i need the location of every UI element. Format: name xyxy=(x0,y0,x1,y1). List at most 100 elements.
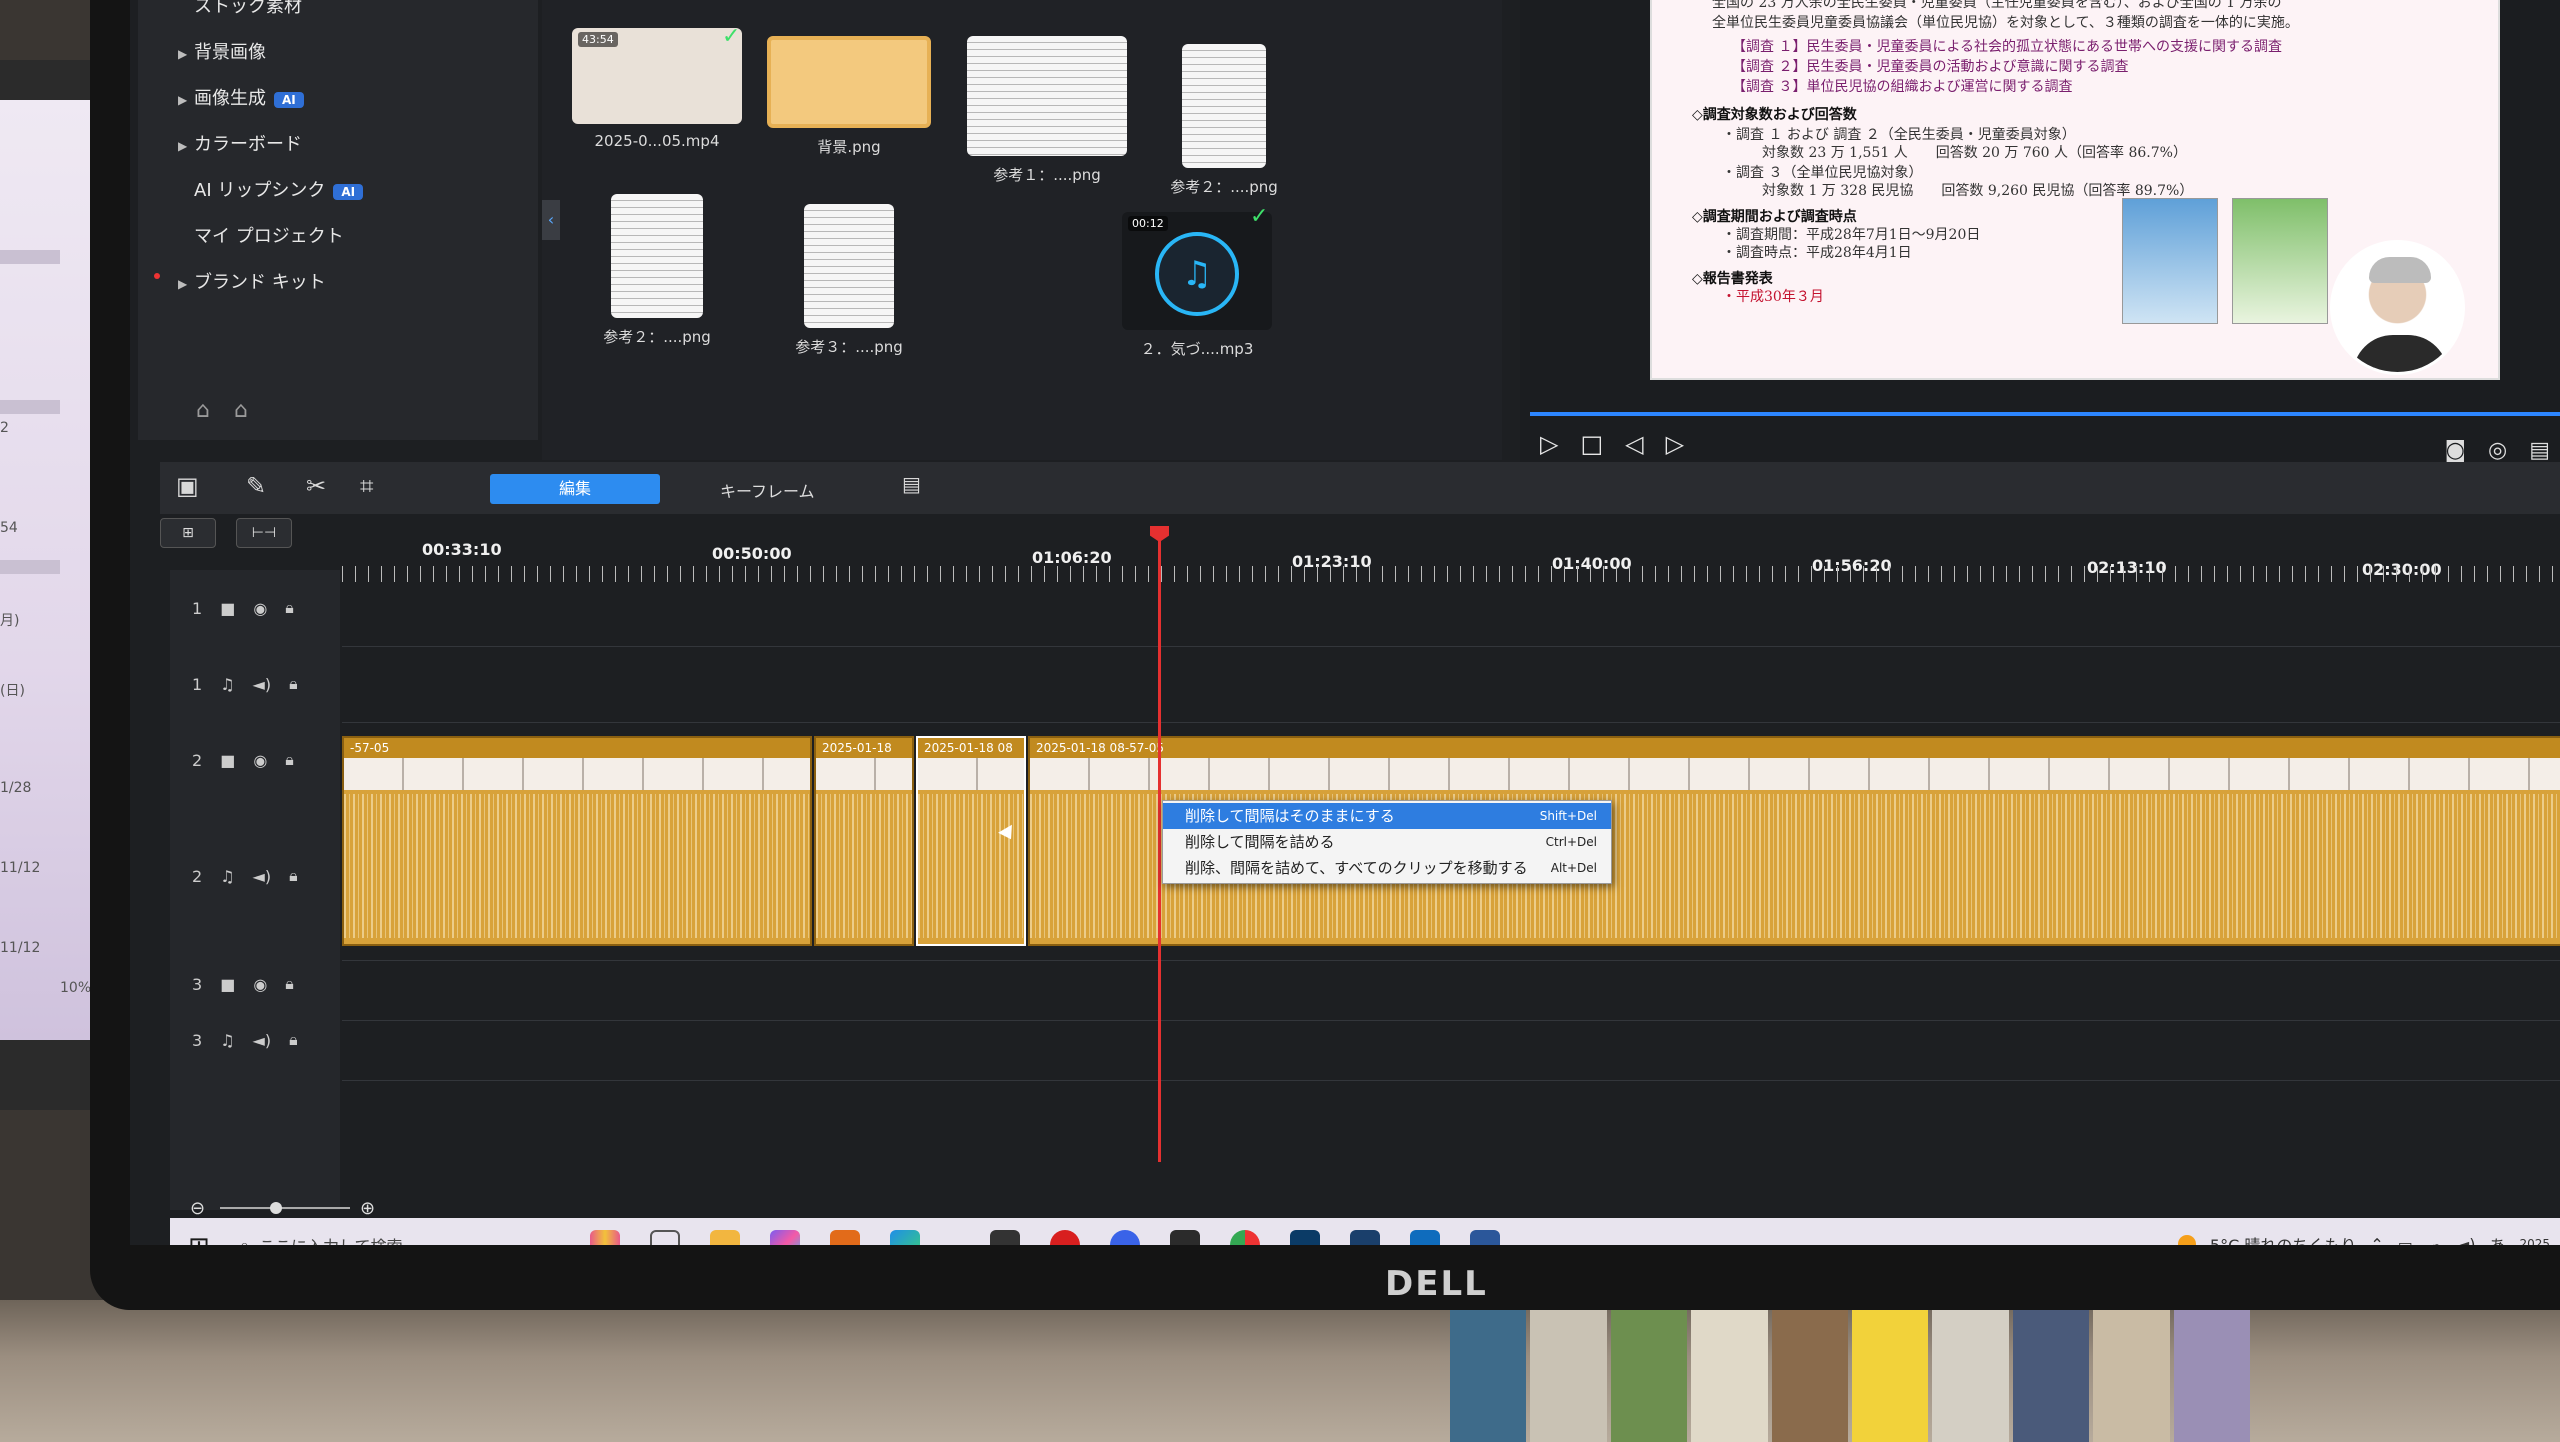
app-icon[interactable] xyxy=(1170,1230,1200,1245)
file-explorer-icon[interactable] xyxy=(710,1230,740,1245)
task-view-icon[interactable] xyxy=(650,1230,680,1245)
select-icon[interactable]: ▣ xyxy=(176,472,199,500)
ai-badge: AI xyxy=(274,92,304,108)
menu-item-delete-ripple-all[interactable]: 削除、間隔を詰めて、すべてのクリップを移動する Alt+Del xyxy=(1163,855,1611,881)
speaker-icon[interactable]: ◄) xyxy=(253,867,272,886)
playhead[interactable] xyxy=(1158,530,1161,1162)
lock-icon[interactable]: 🔒︎ xyxy=(285,750,294,770)
clock-year[interactable]: 2025 xyxy=(2519,1237,2550,1245)
chrome-icon[interactable] xyxy=(1230,1230,1260,1245)
collapse-panel-button[interactable]: ‹ xyxy=(542,200,560,240)
speaker-icon[interactable]: ◄) xyxy=(253,1031,272,1050)
sidebar-item-stock[interactable]: ストック素材 xyxy=(178,0,302,18)
lock-icon[interactable]: 🔒︎ xyxy=(285,974,294,994)
volume-icon[interactable]: ◄) xyxy=(2457,1235,2476,1246)
menu-item-label: 削除して間隔はそのままにする xyxy=(1185,807,1395,825)
tab-edit[interactable]: 編集 xyxy=(490,474,660,504)
zoom-app-icon[interactable] xyxy=(1110,1230,1140,1245)
copilot-icon[interactable] xyxy=(770,1230,800,1245)
stop-icon[interactable]: □ xyxy=(1580,430,1603,458)
recorder-icon[interactable] xyxy=(1050,1230,1080,1245)
lock-icon[interactable]: 🔒︎ xyxy=(285,598,294,618)
speaker-icon[interactable]: ◄) xyxy=(253,675,272,694)
timeline-clip-selected[interactable]: 2025-01-18 08 xyxy=(916,736,1026,946)
edge-icon[interactable] xyxy=(890,1230,920,1245)
remove-tag-icon[interactable]: ⌂ xyxy=(234,398,248,423)
lock-icon[interactable]: 🔒︎ xyxy=(289,1030,298,1050)
network-icon[interactable]: ▭ xyxy=(2398,1235,2413,1246)
media-caption: 参考２：....png xyxy=(1170,178,1278,196)
media-item[interactable]: 背景.png xyxy=(764,36,934,157)
app-icon[interactable] xyxy=(990,1230,1020,1245)
add-track-button[interactable]: ⊞ xyxy=(160,518,216,548)
zoom-slider-handle[interactable] xyxy=(270,1202,282,1214)
list-icon[interactable]: ▤ xyxy=(902,472,921,496)
slide-text: ・調査 １ および 調査 ２（全民生委員・児童委員対象） xyxy=(1722,127,2076,143)
video-editor-icon[interactable] xyxy=(1290,1230,1320,1245)
eye-icon[interactable]: ◉ xyxy=(253,975,267,994)
scissors-icon[interactable]: ✂ xyxy=(306,472,326,500)
sidebar-item-image-generation[interactable]: ▶ 画像生成 AI xyxy=(178,84,304,110)
track-lane xyxy=(342,1080,2560,1081)
taskbar-search[interactable]: ⌕ ここに入力して検索 xyxy=(240,1226,500,1245)
crop-icon[interactable]: ⌗ xyxy=(360,472,374,500)
timeline-clip[interactable]: -57-05 xyxy=(342,736,812,946)
add-tag-icon[interactable]: ⌂ xyxy=(196,398,210,423)
media-item[interactable]: 参考２：....png xyxy=(1154,44,1294,197)
media-item[interactable]: 参考３：....png xyxy=(764,204,934,357)
media-caption: 参考２：....png xyxy=(603,328,711,346)
weather-text[interactable]: 5°C 晴れのちくもり xyxy=(2210,1232,2356,1245)
sidebar-item-color-board[interactable]: ▶ カラーボード xyxy=(178,130,302,156)
ruler-label: 00:33:10 xyxy=(422,540,502,559)
pen-icon[interactable]: ✎ xyxy=(246,472,266,500)
sidebar-item-ai-lipsync[interactable]: AI リップシンク AI xyxy=(178,176,364,202)
menu-item-delete-keep-gap[interactable]: 削除して間隔はそのままにする Shift+Del xyxy=(1163,803,1611,829)
eye-icon[interactable]: ◉ xyxy=(253,599,267,618)
zoom-slider[interactable] xyxy=(220,1207,350,1209)
zoom-out-icon[interactable]: ⊖ xyxy=(190,1198,205,1219)
timeline-clip[interactable]: 2025-01-18 xyxy=(814,736,914,946)
secondary-text: 月) xyxy=(0,613,20,629)
time-ruler[interactable]: 00:33:10 00:50:00 01:06:20 01:23:10 01:4… xyxy=(342,540,2560,590)
windows-start-icon[interactable]: ⊞ xyxy=(188,1232,210,1245)
chevron-right-icon: ▶ xyxy=(178,47,188,61)
media-item[interactable]: 参考１：....png xyxy=(962,36,1132,185)
chevron-up-icon[interactable]: ⌃ xyxy=(2370,1235,2383,1246)
eye-icon[interactable]: ◉ xyxy=(253,751,267,770)
cloud-icon[interactable]: ☁ xyxy=(2427,1235,2443,1246)
subtitle-icon[interactable]: ▤ xyxy=(2529,438,2550,463)
next-frame-icon[interactable]: ▷ xyxy=(1666,430,1684,458)
app-icon[interactable] xyxy=(1350,1230,1380,1245)
camera-icon[interactable]: ◙ xyxy=(2445,438,2466,463)
sidebar-item-my-project[interactable]: マイ プロジェクト xyxy=(178,222,344,248)
sidebar-item-label: AI リップシンク xyxy=(194,180,326,201)
media-item[interactable]: 00:12 ♫ ✓ ２．気づ....mp3 xyxy=(1112,204,1282,359)
clip-title: 2025-01-18 08 xyxy=(918,738,1024,758)
tab-keyframe[interactable]: キーフレーム xyxy=(720,478,815,502)
ime-indicator[interactable]: あ xyxy=(2489,1232,2505,1245)
audio-waveform xyxy=(344,794,810,938)
prev-frame-icon[interactable]: ◁ xyxy=(1625,430,1643,458)
lock-icon[interactable]: 🔒︎ xyxy=(289,866,298,886)
media-item[interactable]: 43:54 ✓ 2025-0...05.mp4 xyxy=(572,24,742,150)
sidebar-item-background[interactable]: ▶ 背景画像 xyxy=(178,38,266,64)
zoom-in-icon[interactable]: ⊕ xyxy=(360,1198,375,1219)
track-lane xyxy=(342,722,2560,723)
secondary-text: 10% xyxy=(60,980,92,996)
media-library: ⏷ ⋯ 43:54 ✓ 2025-0...05.mp4 背景.png 参考１：.… xyxy=(542,0,1752,460)
menu-shortcut: Alt+Del xyxy=(1550,861,1597,875)
settings-icon[interactable]: ◎ xyxy=(2488,438,2507,463)
tulip-widget-icon[interactable] xyxy=(590,1230,620,1245)
app-icon[interactable] xyxy=(830,1230,860,1245)
sidebar-item-brand-kit[interactable]: ▶ ブランド キット xyxy=(178,268,326,294)
track-lane xyxy=(342,960,2560,961)
menu-item-delete-close-gap[interactable]: 削除して間隔を詰める Ctrl+Del xyxy=(1163,829,1611,855)
menu-shortcut: Shift+Del xyxy=(1539,809,1597,823)
playback-progress[interactable] xyxy=(1530,412,2560,416)
fit-timeline-button[interactable]: ⊢⊣ xyxy=(236,518,292,548)
play-icon[interactable]: ▷ xyxy=(1540,430,1558,458)
outlook-icon[interactable] xyxy=(1410,1230,1440,1245)
media-item[interactable]: 参考２：....png xyxy=(572,194,742,347)
lock-icon[interactable]: 🔒︎ xyxy=(289,674,298,694)
word-icon[interactable] xyxy=(1470,1230,1500,1245)
